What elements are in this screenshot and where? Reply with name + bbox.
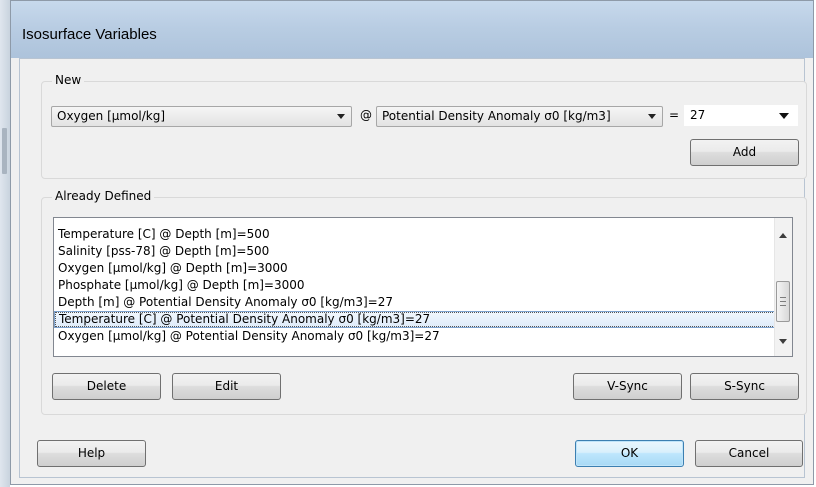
new-group-label: New [52, 73, 85, 87]
scroll-up-arrow-icon[interactable] [779, 233, 787, 238]
scroll-down-arrow-icon[interactable] [779, 339, 787, 344]
list-item[interactable]: Phosphate [µmol/kg] @ Depth [m]=3000 [54, 277, 788, 294]
list-item-selected[interactable]: Temperature [C] @ Potential Density Anom… [54, 311, 788, 328]
surface-variable-select[interactable]: Potential Density Anomaly σ0 [kg/m3] [376, 106, 663, 127]
delete-button[interactable]: Delete [52, 373, 161, 400]
list-item[interactable]: Oxygen [µmol/kg] @ Depth [m]=3000 [54, 260, 788, 277]
window-title: Isosurface Variables [22, 26, 157, 43]
list-item[interactable]: Oxygen [µmol/kg] @ Potential Density Ano… [54, 328, 788, 345]
chevron-down-icon [779, 113, 789, 119]
grip-line [780, 305, 786, 306]
edit-button[interactable]: Edit [172, 373, 281, 400]
chevron-down-icon [648, 114, 656, 119]
surface-value: 27 [690, 108, 706, 122]
background-splitter [2, 128, 7, 174]
equals-symbol: = [669, 108, 680, 122]
variable-select[interactable]: Oxygen [µmol/kg] [51, 106, 352, 127]
ok-button[interactable]: OK [575, 440, 684, 467]
title-bar[interactable]: Isosurface Variables [11, 1, 813, 58]
grip-line [780, 301, 786, 302]
cancel-button[interactable]: Cancel [695, 440, 803, 467]
variable-select-value: Oxygen [µmol/kg] [57, 109, 166, 123]
scrollbar-thumb[interactable] [776, 281, 790, 322]
chevron-down-icon [337, 114, 345, 119]
help-button[interactable]: Help [37, 440, 146, 467]
ssync-button[interactable]: S-Sync [690, 373, 799, 400]
at-symbol: @ [360, 108, 372, 122]
vsync-button[interactable]: V-Sync [573, 373, 682, 400]
add-button[interactable]: Add [690, 139, 799, 166]
defined-isosurface-list[interactable]: Temperature [C] @ Depth [m]=500 Salinity… [53, 217, 793, 357]
dialog-window: Isosurface Variables New Oxygen [µmol/kg… [10, 0, 814, 485]
background-window-edge [0, 0, 10, 487]
dialog-body: New Oxygen [µmol/kg] @ Potential Density… [19, 58, 807, 478]
surface-value-combo[interactable]: 27 [684, 105, 798, 126]
list-item[interactable]: Temperature [C] @ Depth [m]=500 [54, 226, 788, 243]
list-items: Temperature [C] @ Depth [m]=500 Salinity… [54, 226, 788, 345]
list-scrollbar[interactable] [774, 218, 792, 356]
list-item[interactable]: Depth [m] @ Potential Density Anomaly σ0… [54, 294, 788, 311]
grip-line [780, 297, 786, 298]
surface-variable-select-value: Potential Density Anomaly σ0 [kg/m3] [382, 109, 611, 123]
defined-group-label: Already Defined [52, 189, 155, 203]
list-item[interactable]: Salinity [pss-78] @ Depth [m]=500 [54, 243, 788, 260]
